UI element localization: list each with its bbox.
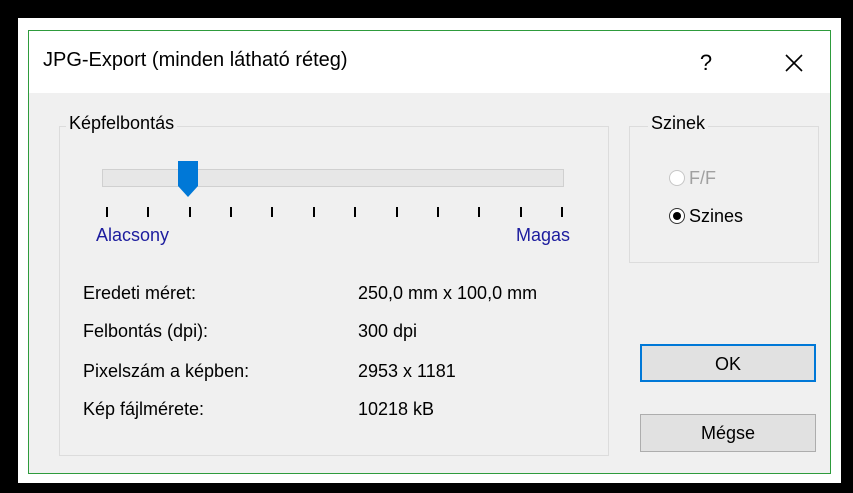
slider-tick bbox=[519, 207, 522, 217]
radio-bw-label: F/F bbox=[689, 168, 716, 188]
filesize-label: Kép fájlmérete: bbox=[83, 399, 205, 419]
dpi-value: 300 dpi bbox=[358, 321, 418, 341]
filesize-value: 10218 kB bbox=[358, 399, 435, 419]
resolution-slider-track[interactable] bbox=[102, 169, 564, 187]
slider-tick bbox=[271, 207, 274, 217]
slider-thumb-icon bbox=[177, 161, 198, 197]
dpi-label: Felbontás (dpi): bbox=[83, 321, 209, 341]
pixel-count-value: 2953 x 1181 bbox=[358, 361, 456, 381]
slider-tick bbox=[188, 207, 191, 217]
radio-color-circle[interactable] bbox=[669, 208, 685, 224]
slider-tick bbox=[395, 207, 398, 217]
close-icon bbox=[785, 54, 803, 72]
slider-tick bbox=[147, 207, 150, 217]
slider-tick bbox=[312, 207, 315, 217]
slider-tick bbox=[230, 207, 233, 217]
slider-tick bbox=[354, 207, 357, 217]
resolution-group-label: Képfelbontás bbox=[66, 113, 178, 134]
original-size-value: 250,0 mm x 100,0 mm bbox=[358, 283, 538, 303]
jpg-export-dialog: JPG-Export (minden látható réteg) ? Képf… bbox=[28, 30, 831, 474]
pixel-count-label: Pixelszám a képben: bbox=[83, 361, 250, 381]
slider-low-label: Alacsony bbox=[96, 225, 170, 245]
cancel-button[interactable]: Mégse bbox=[640, 414, 816, 452]
slider-tick bbox=[106, 207, 108, 217]
ok-button[interactable]: OK bbox=[640, 344, 816, 382]
original-size-label: Eredeti méret: bbox=[83, 283, 197, 303]
radio-color-label: Szines bbox=[689, 206, 744, 226]
window-title: JPG-Export (minden látható réteg) bbox=[43, 49, 348, 71]
slider-high-label: Magas bbox=[516, 225, 571, 245]
slider-tick bbox=[561, 207, 563, 217]
colors-group-label: Szinek bbox=[648, 113, 709, 134]
radio-selected-dot bbox=[673, 212, 681, 220]
help-button[interactable]: ? bbox=[683, 43, 729, 83]
slider-tick bbox=[478, 207, 481, 217]
title-bar: JPG-Export (minden látható réteg) ? bbox=[29, 31, 830, 93]
resolution-slider-thumb[interactable] bbox=[177, 160, 199, 198]
close-button[interactable] bbox=[769, 43, 819, 83]
radio-bw-circle[interactable] bbox=[669, 170, 685, 186]
colors-group: Szinek bbox=[629, 113, 819, 263]
slider-tick bbox=[436, 207, 439, 217]
